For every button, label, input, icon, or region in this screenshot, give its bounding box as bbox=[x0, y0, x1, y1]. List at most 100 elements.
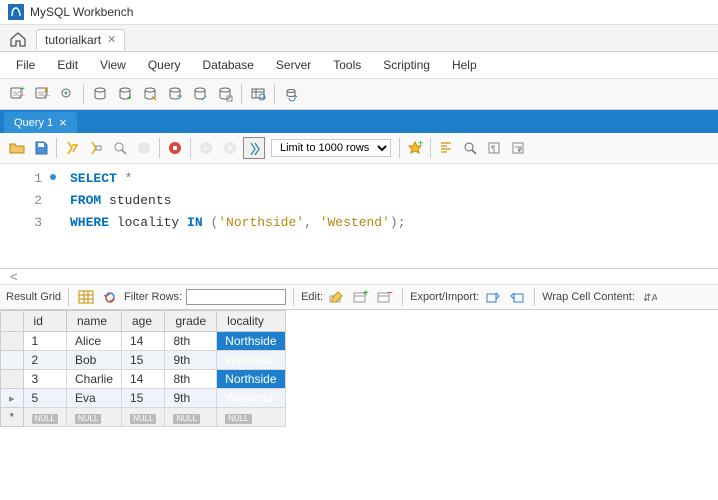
menu-help[interactable]: Help bbox=[442, 55, 487, 75]
splitter[interactable]: < bbox=[0, 268, 718, 284]
sql-editor[interactable]: 1 SELECT * 2 FROM students 3 WHERE local… bbox=[0, 164, 718, 238]
add-row-icon[interactable]: + bbox=[351, 288, 371, 306]
cell[interactable]: 2 bbox=[23, 351, 66, 370]
cell-selected[interactable]: Westend bbox=[217, 389, 285, 408]
rollback-icon[interactable] bbox=[219, 137, 241, 159]
query-tab[interactable]: Query 1 × bbox=[4, 112, 77, 133]
file-tab-row: tutorialkart ✕ bbox=[0, 25, 718, 52]
db-icon-4[interactable] bbox=[164, 83, 186, 105]
filter-rows-input[interactable] bbox=[186, 289, 286, 305]
execute-current-icon[interactable] bbox=[85, 137, 107, 159]
explain-icon[interactable] bbox=[109, 137, 131, 159]
save-icon[interactable] bbox=[30, 137, 52, 159]
cell[interactable]: 3 bbox=[23, 370, 66, 389]
cell[interactable]: Eva bbox=[66, 389, 121, 408]
open-file-icon[interactable] bbox=[6, 137, 28, 159]
cell[interactable]: Charlie bbox=[66, 370, 121, 389]
connection-tab[interactable]: tutorialkart ✕ bbox=[36, 29, 125, 50]
limit-rows-select[interactable]: Limit to 1000 rows bbox=[271, 139, 391, 157]
edit-label: Edit: bbox=[301, 291, 323, 303]
wrap-cell-icon[interactable]: ⇵A bbox=[639, 288, 659, 306]
cell-null[interactable]: NULL bbox=[165, 408, 217, 427]
cell[interactable]: Bob bbox=[66, 351, 121, 370]
cell[interactable]: 9th bbox=[165, 389, 217, 408]
column-header[interactable]: name bbox=[66, 311, 121, 332]
cell[interactable]: 9th bbox=[165, 351, 217, 370]
menu-scripting[interactable]: Scripting bbox=[373, 55, 440, 75]
toolbar-separator bbox=[402, 288, 403, 306]
cell[interactable]: 14 bbox=[122, 370, 165, 389]
row-header[interactable] bbox=[1, 332, 24, 351]
svg-text:+: + bbox=[418, 140, 423, 148]
cell[interactable]: 1 bbox=[23, 332, 66, 351]
open-sql-script-icon[interactable]: SQL bbox=[31, 83, 53, 105]
commit-icon[interactable] bbox=[195, 137, 217, 159]
column-header[interactable]: locality bbox=[217, 311, 285, 332]
table-row[interactable]: 1 Alice 14 8th Northside bbox=[1, 332, 286, 351]
delete-row-icon[interactable]: − bbox=[375, 288, 395, 306]
execute-icon[interactable] bbox=[61, 137, 83, 159]
db-icon-2[interactable]: + bbox=[114, 83, 136, 105]
cell-null[interactable]: NULL bbox=[217, 408, 285, 427]
cell[interactable]: 15 bbox=[122, 351, 165, 370]
cell[interactable]: 8th bbox=[165, 370, 217, 389]
export-icon[interactable] bbox=[483, 288, 503, 306]
cell[interactable]: 8th bbox=[165, 332, 217, 351]
table-row-new[interactable]: * NULL NULL NULL NULL NULL bbox=[1, 408, 286, 427]
column-header[interactable]: grade bbox=[165, 311, 217, 332]
cell-selected[interactable]: Northside bbox=[217, 370, 285, 389]
new-sql-tab-icon[interactable]: SQL+ bbox=[6, 83, 28, 105]
cell[interactable]: 5 bbox=[23, 389, 66, 408]
window-title: MySQL Workbench bbox=[30, 5, 133, 19]
wrap-icon[interactable] bbox=[507, 137, 529, 159]
db-icon-5[interactable] bbox=[189, 83, 211, 105]
cell-null[interactable]: NULL bbox=[23, 408, 66, 427]
db-icon-1[interactable] bbox=[89, 83, 111, 105]
db-icon-6[interactable] bbox=[214, 83, 236, 105]
autocommit-toggle-icon[interactable] bbox=[243, 137, 265, 159]
result-grid[interactable]: id name age grade locality 1 Alice 14 8t… bbox=[0, 310, 286, 427]
table-row[interactable]: ▸ 5 Eva 15 9th Westend bbox=[1, 389, 286, 408]
menu-tools[interactable]: Tools bbox=[323, 55, 371, 75]
row-header-new[interactable]: * bbox=[1, 408, 24, 427]
row-header-corner[interactable] bbox=[1, 311, 24, 332]
cell-null[interactable]: NULL bbox=[122, 408, 165, 427]
cell[interactable]: 14 bbox=[122, 332, 165, 351]
menu-file[interactable]: File bbox=[6, 55, 45, 75]
close-icon[interactable]: ✕ bbox=[107, 33, 116, 46]
edit-row-icon[interactable] bbox=[327, 288, 347, 306]
table-row[interactable]: 2 Bob 15 9th Westend bbox=[1, 351, 286, 370]
column-header[interactable]: id bbox=[23, 311, 66, 332]
refresh-icon[interactable] bbox=[100, 288, 120, 306]
row-header[interactable] bbox=[1, 370, 24, 389]
menu-query[interactable]: Query bbox=[138, 55, 191, 75]
inspector-icon[interactable] bbox=[56, 83, 78, 105]
row-header-current[interactable]: ▸ bbox=[1, 389, 24, 408]
invisible-chars-icon[interactable]: ¶ bbox=[483, 137, 505, 159]
menu-bar: File Edit View Query Database Server Too… bbox=[0, 52, 718, 78]
reconnect-icon[interactable] bbox=[280, 83, 302, 105]
result-grid-icon[interactable] bbox=[76, 288, 96, 306]
beautify-icon[interactable] bbox=[435, 137, 457, 159]
db-icon-3[interactable] bbox=[139, 83, 161, 105]
menu-server[interactable]: Server bbox=[266, 55, 321, 75]
menu-view[interactable]: View bbox=[90, 55, 136, 75]
home-icon[interactable] bbox=[4, 27, 32, 51]
row-header[interactable] bbox=[1, 351, 24, 370]
menu-edit[interactable]: Edit bbox=[47, 55, 88, 75]
favorite-icon[interactable]: + bbox=[404, 137, 426, 159]
stop-icon[interactable] bbox=[133, 137, 155, 159]
find-icon[interactable] bbox=[459, 137, 481, 159]
stop-on-error-icon[interactable] bbox=[164, 137, 186, 159]
import-icon[interactable] bbox=[507, 288, 527, 306]
table-data-icon[interactable] bbox=[247, 83, 269, 105]
column-header[interactable]: age bbox=[122, 311, 165, 332]
cell-selected[interactable]: Westend bbox=[217, 351, 285, 370]
menu-database[interactable]: Database bbox=[193, 55, 264, 75]
cell-selected[interactable]: Northside bbox=[217, 332, 285, 351]
cell[interactable]: Alice bbox=[66, 332, 121, 351]
cell-null[interactable]: NULL bbox=[66, 408, 121, 427]
close-icon[interactable]: × bbox=[59, 115, 67, 130]
table-row[interactable]: 3 Charlie 14 8th Northside bbox=[1, 370, 286, 389]
cell[interactable]: 15 bbox=[122, 389, 165, 408]
